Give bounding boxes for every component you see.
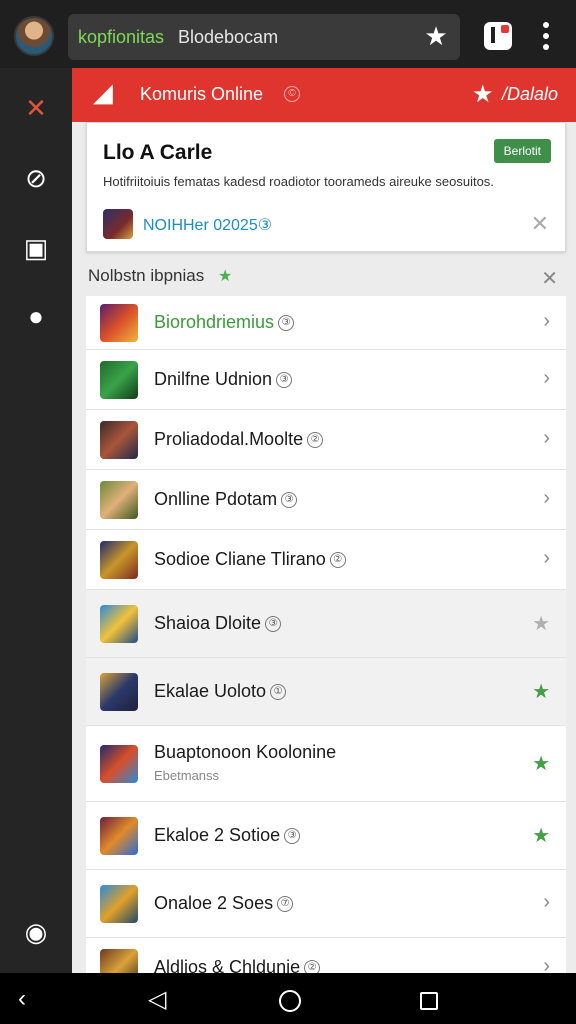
game-name: Sodioe Cliane Tlirano ② bbox=[154, 549, 346, 570]
card-close-icon[interactable]: ✕ bbox=[531, 211, 549, 237]
game-thumbnail bbox=[100, 361, 138, 399]
browser-toolbar: kopfionitas Blodebocam ★ bbox=[0, 0, 576, 68]
game-name: Ekalae Uoloto ① bbox=[154, 681, 287, 702]
system-nav-bar: ‹ ◁ bbox=[0, 973, 576, 1024]
nav-recents-icon[interactable] bbox=[420, 992, 438, 1010]
list-item[interactable]: Ekalae Uoloto ① ★ bbox=[86, 658, 566, 726]
game-name: Aldlios & Chldunie ② bbox=[154, 957, 321, 973]
face-icon[interactable]: ● bbox=[20, 300, 52, 332]
favorite-star-icon[interactable]: ★ bbox=[532, 751, 550, 776]
game-badge: ③ bbox=[278, 315, 295, 332]
game-subtitle: Ebetmanss bbox=[154, 768, 220, 783]
leaf-icon[interactable]: ⊘ bbox=[20, 162, 52, 194]
list-item[interactable]: Ekaloe 2 Sotioe ③ ★ bbox=[86, 802, 566, 870]
url-path: Blodebocam bbox=[178, 27, 279, 47]
game-badge: ② bbox=[304, 960, 321, 973]
chevron-right-icon[interactable]: › bbox=[543, 487, 550, 510]
title-badge: © bbox=[284, 86, 300, 102]
section-close-icon[interactable]: ✕ bbox=[541, 266, 558, 291]
card-title: Llo A Carle bbox=[103, 141, 213, 164]
game-thumbnail bbox=[100, 304, 138, 342]
game-badge: ③ bbox=[281, 492, 298, 509]
game-name: Onaloe 2 Soes ⑦ bbox=[154, 893, 294, 914]
list-item[interactable]: Shaioa Dloite ③ ★ bbox=[86, 590, 566, 658]
url-domain: kopfionitas bbox=[78, 27, 165, 47]
app-title: Komuris Online bbox=[140, 84, 264, 104]
nav-home-icon[interactable] bbox=[279, 990, 301, 1012]
game-thumbnail bbox=[100, 817, 138, 855]
game-thumbnail bbox=[100, 605, 138, 643]
game-thumbnail bbox=[100, 481, 138, 519]
chevron-right-icon[interactable]: › bbox=[543, 427, 550, 450]
game-badge: ③ bbox=[284, 828, 301, 845]
game-badge: ③ bbox=[276, 372, 293, 389]
game-thumbnail bbox=[100, 421, 138, 459]
profile-avatar[interactable] bbox=[14, 16, 54, 56]
chevron-right-icon[interactable]: › bbox=[543, 955, 550, 973]
card-thumbnail bbox=[103, 209, 133, 239]
card-action-button[interactable]: Berlotit bbox=[493, 139, 551, 163]
game-name: Dnilfne Udnion ③ bbox=[154, 369, 293, 390]
list-item[interactable]: Proliadodal.Moolte ② › bbox=[86, 410, 566, 470]
game-badge: ⑦ bbox=[277, 896, 294, 913]
shop-bag-icon[interactable]: ▣ bbox=[20, 232, 52, 264]
account-icon[interactable]: ◉ bbox=[20, 916, 52, 948]
game-name: Buaptonoon Koolonine bbox=[154, 742, 337, 762]
address-bar[interactable]: kopfionitas Blodebocam ★ bbox=[68, 14, 460, 60]
list-item[interactable]: Sodioe Cliane Tlirano ② › bbox=[86, 530, 566, 590]
app-logo-icon: ◢ bbox=[94, 80, 113, 107]
game-name: Shaioa Dloite ③ bbox=[154, 613, 282, 634]
favorite-star-icon[interactable]: ★ bbox=[472, 80, 494, 109]
chevron-right-icon[interactable]: › bbox=[543, 547, 550, 570]
game-thumbnail bbox=[100, 541, 138, 579]
game-badge: ② bbox=[307, 432, 324, 449]
card-description: Hotifriitoiuis fematas kadesd roadiotor … bbox=[103, 174, 494, 189]
favorite-star-outline-icon[interactable]: ★ bbox=[532, 611, 550, 636]
list-item[interactable]: Onlline Pdotam ③ › bbox=[86, 470, 566, 530]
game-thumbnail bbox=[100, 673, 138, 711]
list-item[interactable]: Dnilfne Udnion ③ › bbox=[86, 350, 566, 410]
favorite-star-icon[interactable]: ★ bbox=[532, 823, 550, 848]
game-badge: ③ bbox=[265, 616, 282, 633]
list-item[interactable]: Biorohdriemius ③ › bbox=[86, 296, 566, 350]
tab-switcher-icon[interactable] bbox=[484, 22, 512, 50]
game-name: Ekaloe 2 Sotioe ③ bbox=[154, 825, 301, 846]
list-item[interactable]: Aldlios & Chldunie ② › bbox=[86, 938, 566, 973]
game-thumbnail bbox=[100, 885, 138, 923]
game-thumbnail bbox=[100, 949, 138, 973]
game-thumbnail bbox=[100, 745, 138, 783]
list-item[interactable]: Buaptonoon Koolonine Ebetmanss ★ bbox=[86, 726, 566, 802]
chevron-right-icon[interactable]: › bbox=[543, 891, 550, 914]
app-header: ◢ Komuris Online © ★ /Dalalo bbox=[72, 68, 576, 122]
runner-icon[interactable]: ✕ bbox=[20, 92, 52, 124]
back-arrow-icon[interactable]: ‹ bbox=[18, 985, 26, 1013]
game-name: Biorohdriemius ③ bbox=[154, 312, 295, 333]
bookmark-star-icon[interactable]: ★ bbox=[422, 22, 450, 50]
header-right-link[interactable]: /Dalalo bbox=[502, 84, 558, 105]
game-name: Proliadodal.Moolte ② bbox=[154, 429, 324, 450]
list-item[interactable]: Onaloe 2 Soes ⑦ › bbox=[86, 870, 566, 938]
main-content: ◢ Komuris Online © ★ /Dalalo Llo A Carle… bbox=[72, 68, 576, 973]
game-badge: ① bbox=[270, 684, 287, 701]
favorite-star-icon[interactable]: ★ bbox=[532, 679, 550, 704]
nav-back-triangle-icon[interactable]: ◁ bbox=[148, 985, 166, 1014]
section-star-icon: ★ bbox=[218, 268, 233, 285]
card-link[interactable]: NOIHHer 02025③ bbox=[143, 215, 272, 235]
game-name: Onlline Pdotam ③ bbox=[154, 489, 298, 510]
left-nav-rail: ✕ ⊘ ▣ ● ◉ bbox=[0, 68, 72, 973]
chevron-right-icon[interactable]: › bbox=[543, 367, 550, 390]
featured-card: Llo A Carle Berlotit Hotifriitoiuis fema… bbox=[86, 122, 566, 252]
game-badge: ② bbox=[329, 552, 346, 569]
section-title: Nolbstn ibpnias bbox=[88, 266, 205, 285]
overflow-menu-icon[interactable] bbox=[536, 20, 556, 52]
chevron-right-icon[interactable]: › bbox=[543, 310, 550, 333]
